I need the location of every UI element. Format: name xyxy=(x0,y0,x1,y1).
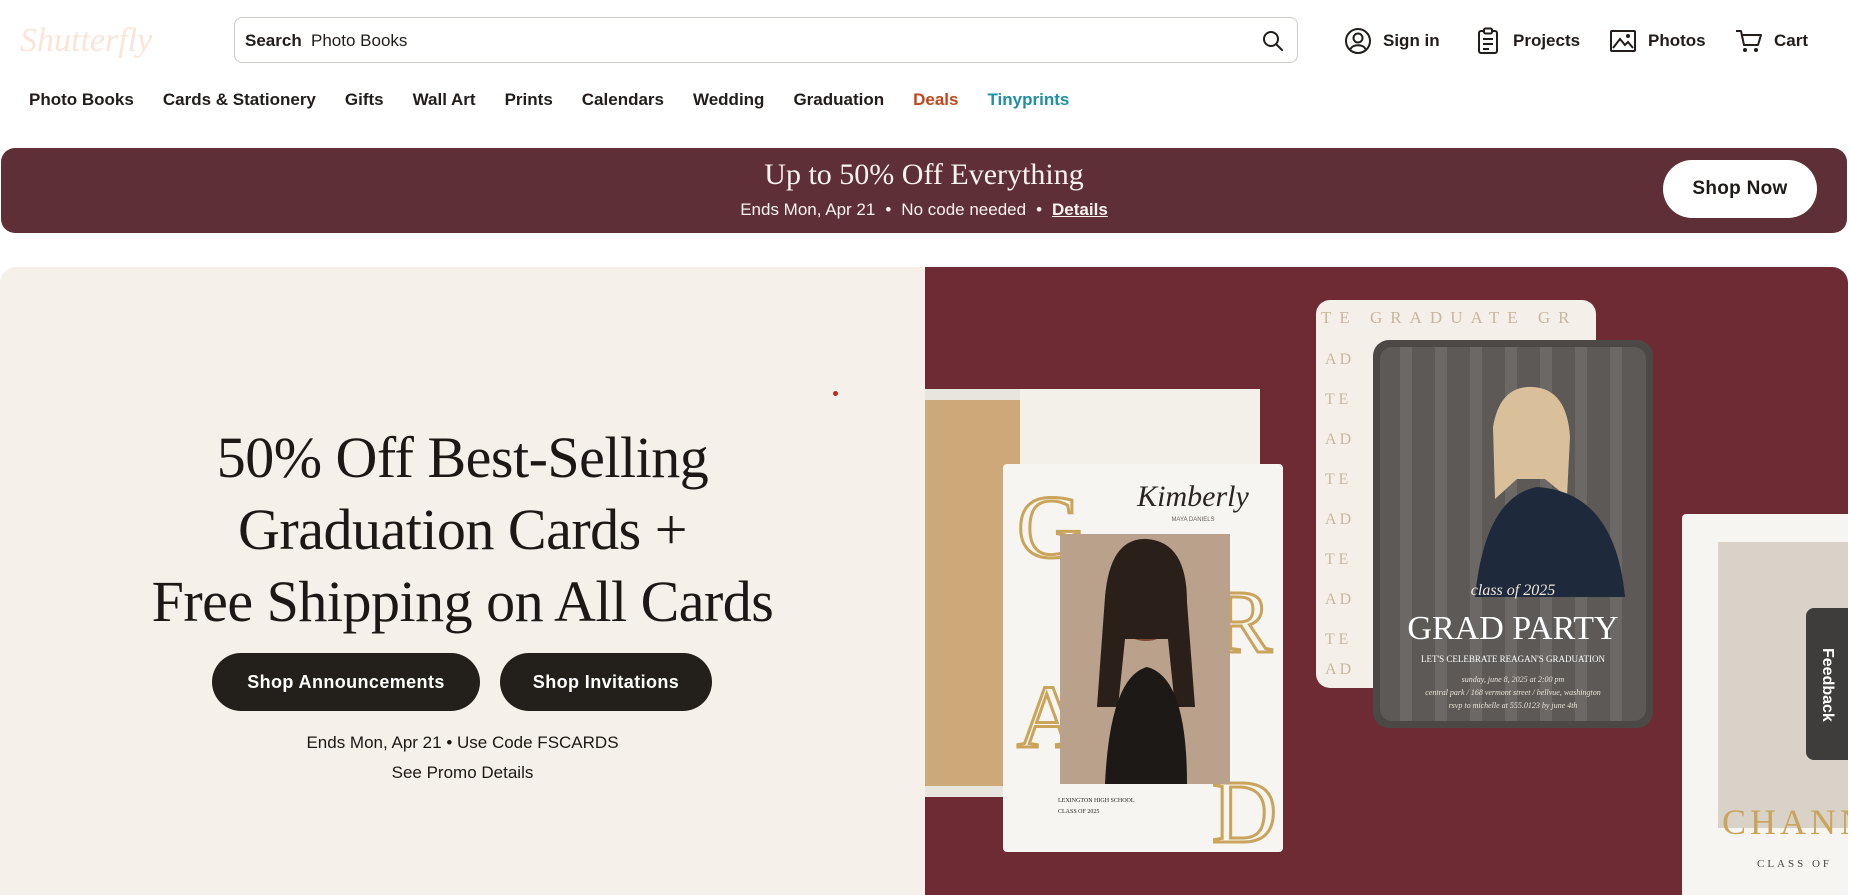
photos-link[interactable]: Photos xyxy=(1608,26,1706,56)
hero-buttons: Shop Announcements Shop Invitations xyxy=(212,653,712,711)
category-nav: Photo Books Cards & Stationery Gifts Wal… xyxy=(29,90,1069,110)
nav-cards-stationery[interactable]: Cards & Stationery xyxy=(163,90,316,110)
search-icon[interactable] xyxy=(1261,29,1285,53)
promo-details-link[interactable]: Details xyxy=(1052,200,1108,219)
promo-title: Up to 50% Off Everything xyxy=(764,158,1084,191)
shutterfly-logo[interactable]: Shutterfly xyxy=(18,16,208,62)
feedback-label: Feedback xyxy=(1819,648,1836,722)
shop-announcements-button[interactable]: Shop Announcements xyxy=(212,653,480,711)
hero-text-panel: 50% Off Best-Selling Graduation Cards + … xyxy=(0,267,925,895)
svg-text:T E: T E xyxy=(1325,391,1348,408)
hero-section: 50% Off Best-Selling Graduation Cards + … xyxy=(0,267,1848,895)
svg-text:CHANN: CHANN xyxy=(1722,802,1848,842)
promo-no-code: No code needed xyxy=(901,200,1027,219)
separator-dot: • xyxy=(1036,200,1043,219)
separator-dot: • xyxy=(885,200,892,219)
svg-text:A D: A D xyxy=(1325,431,1351,448)
hero-title-line: Free Shipping on All Cards xyxy=(151,569,774,634)
svg-text:CLASS OF 2025: CLASS OF 2025 xyxy=(1058,809,1099,815)
decorative-dot xyxy=(833,391,838,396)
svg-text:Kimberly: Kimberly xyxy=(1136,480,1249,513)
svg-text:T E: T E xyxy=(1325,551,1348,568)
svg-text:TE GRADUATE GR: TE GRADUATE GR xyxy=(1321,308,1578,327)
svg-text:MAYA DANIELS: MAYA DANIELS xyxy=(1171,517,1214,523)
search-label: Search xyxy=(245,31,302,50)
hero-image-panel: TE GRADUATE GR A D T E A D T E A D T E A… xyxy=(925,267,1848,895)
svg-text:A D: A D xyxy=(1325,511,1351,528)
nav-gifts[interactable]: Gifts xyxy=(345,90,384,110)
hero-title-line: 50% Off Best-Selling xyxy=(216,425,709,490)
nav-tinyprints[interactable]: Tinyprints xyxy=(987,90,1069,110)
search-bar[interactable]: Search Photo Books xyxy=(234,17,1298,63)
svg-text:T E: T E xyxy=(1325,631,1348,648)
nav-graduation[interactable]: Graduation xyxy=(793,90,884,110)
logo-wordmark: Shutterfly xyxy=(20,22,153,59)
nav-wedding[interactable]: Wedding xyxy=(693,90,764,110)
shop-now-button[interactable]: Shop Now xyxy=(1663,160,1817,218)
svg-text:CLASS OF: CLASS OF xyxy=(1757,858,1832,870)
shop-invitations-button[interactable]: Shop Invitations xyxy=(500,653,712,711)
svg-text:class of 2025: class of 2025 xyxy=(1471,582,1555,599)
promo-ends: Ends Mon, Apr 21 xyxy=(740,200,876,219)
hero-title: 50% Off Best-Selling Graduation Cards + … xyxy=(120,422,805,638)
svg-text:central park / 168 vermont str: central park / 168 vermont street / bell… xyxy=(1425,688,1600,697)
hero-title-line: Graduation Cards + xyxy=(238,497,687,562)
nav-photo-books[interactable]: Photo Books xyxy=(29,90,134,110)
cart-label: Cart xyxy=(1774,31,1809,50)
clipboard-icon xyxy=(1478,27,1498,54)
sign-in-label: Sign in xyxy=(1383,31,1440,50)
svg-text:T E: T E xyxy=(1325,471,1348,488)
feedback-tab[interactable]: Feedback xyxy=(1806,608,1848,760)
svg-text:A D: A D xyxy=(1325,591,1351,608)
see-promo-details-link[interactable]: See Promo Details xyxy=(0,763,925,783)
projects-link[interactable]: Projects xyxy=(1473,26,1580,56)
svg-text:A D: A D xyxy=(1325,661,1351,678)
promo-subtitle: Ends Mon, Apr 21 • No code needed • Details xyxy=(1,200,1847,220)
image-icon xyxy=(1610,30,1636,52)
sign-in-link[interactable]: Sign in xyxy=(1343,26,1440,56)
nav-calendars[interactable]: Calendars xyxy=(582,90,664,110)
photos-label: Photos xyxy=(1648,31,1706,50)
kimberly-grad-card: G A R D Kimberly MAYA DANIELS LEXINGTON … xyxy=(1003,464,1283,864)
nav-deals[interactable]: Deals xyxy=(913,90,958,110)
svg-text:sunday, june 8, 2025 at 2:00 p: sunday, june 8, 2025 at 2:00 pm xyxy=(1462,675,1565,684)
search-input[interactable]: Photo Books xyxy=(311,31,407,51)
grad-party-card: class of 2025 GRAD PARTY LET'S CELEBRATE… xyxy=(1373,340,1653,728)
svg-text:GRAD PARTY: GRAD PARTY xyxy=(1407,610,1618,647)
promo-banner: Up to 50% Off Everything Ends Mon, Apr 2… xyxy=(1,148,1847,233)
svg-text:rsvp to michelle at 555.0123 b: rsvp to michelle at 555.0123 by june 4th xyxy=(1449,701,1578,710)
site-header: Shutterfly Search Photo Books Sign in Pr… xyxy=(0,0,1850,80)
projects-label: Projects xyxy=(1513,31,1581,50)
graduation-cards-image: TE GRADUATE GR A D T E A D T E A D T E A… xyxy=(925,300,1848,895)
hero-promo-ends: Ends Mon, Apr 21 • Use Code FSCARDS xyxy=(306,733,619,752)
nav-prints[interactable]: Prints xyxy=(505,90,553,110)
svg-text:Shutterfly: Shutterfly xyxy=(20,22,153,59)
user-icon xyxy=(1345,28,1371,54)
cart-link[interactable]: Cart xyxy=(1734,26,1808,56)
svg-text:LEXINGTON HIGH SCHOOL: LEXINGTON HIGH SCHOOL xyxy=(1058,798,1135,804)
cart-icon xyxy=(1736,30,1762,52)
svg-text:A D: A D xyxy=(1325,351,1351,368)
nav-wall-art[interactable]: Wall Art xyxy=(413,90,476,110)
svg-text:LET'S CELEBRATE REAGAN'S GRADU: LET'S CELEBRATE REAGAN'S GRADUATION xyxy=(1421,654,1605,664)
